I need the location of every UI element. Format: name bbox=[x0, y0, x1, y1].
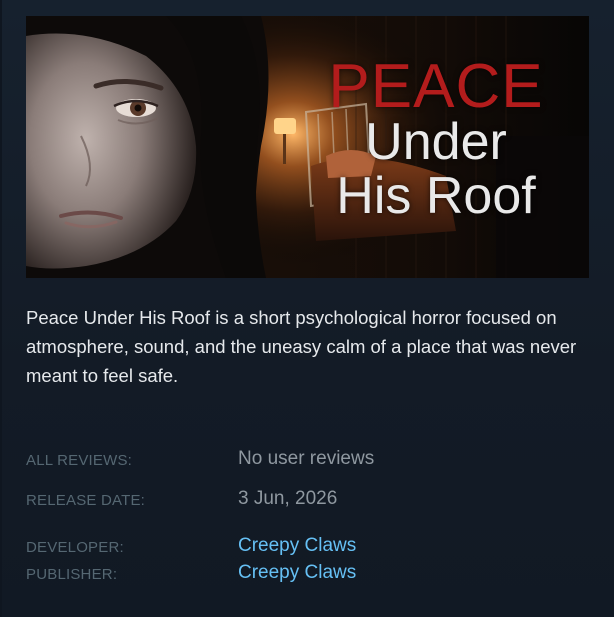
developer-link[interactable]: Creepy Claws bbox=[238, 535, 356, 557]
publisher-link[interactable]: Creepy Claws bbox=[238, 562, 356, 584]
capsule-title-line-3: His Roof bbox=[336, 167, 536, 225]
panel-edge bbox=[0, 0, 2, 617]
reviews-row: ALL REVIEWS: No user reviews bbox=[26, 448, 586, 470]
capsule-title-line-1: PEACE bbox=[328, 52, 544, 121]
publisher-row: PUBLISHER: Creepy Claws bbox=[26, 562, 586, 584]
capsule-title: PEACE Under His Roof bbox=[311, 52, 561, 225]
release-date-value: 3 Jun, 2026 bbox=[238, 488, 338, 509]
release-date-row: RELEASE DATE: 3 Jun, 2026 bbox=[26, 488, 586, 510]
developer-row: DEVELOPER: Creepy Claws bbox=[26, 535, 586, 557]
publisher-label: PUBLISHER: bbox=[26, 566, 118, 583]
header-capsule-image[interactable]: PEACE Under His Roof bbox=[26, 16, 589, 278]
game-description: Peace Under His Roof is a short psycholo… bbox=[26, 307, 577, 386]
reviews-label: ALL REVIEWS: bbox=[26, 452, 133, 469]
release-date-label: RELEASE DATE: bbox=[26, 492, 146, 509]
game-info-panel: PEACE Under His Roof Peace Under His Roo… bbox=[0, 0, 614, 617]
developer-label: DEVELOPER: bbox=[26, 539, 124, 556]
reviews-value: No user reviews bbox=[238, 448, 375, 469]
capsule-title-line-2: Under bbox=[365, 113, 507, 171]
